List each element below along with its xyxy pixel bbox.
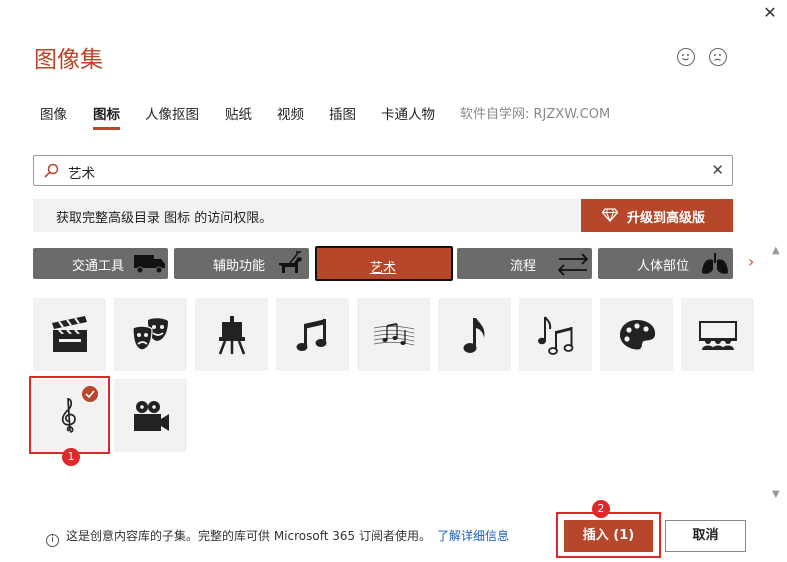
tab-illustrations[interactable]: 插图 <box>329 103 356 123</box>
smile-icon[interactable] <box>677 48 695 66</box>
annotation-badge-1: 1 <box>62 448 80 466</box>
info-icon: i <box>46 534 59 547</box>
lungs-icon <box>702 253 728 274</box>
truck-icon <box>134 255 165 274</box>
frown-icon[interactable] <box>709 48 727 66</box>
tab-videos[interactable]: 视频 <box>277 103 304 123</box>
scrollbar[interactable]: ▲ ▼ <box>770 245 784 500</box>
premium-banner: 获取完整高级目录 图标 的访问权限。 升级到高级版 <box>33 199 733 232</box>
tab-stickers[interactable]: 贴纸 <box>225 103 252 123</box>
music-notes-icon <box>538 316 574 355</box>
upgrade-label: 升级到高级版 <box>627 211 706 226</box>
search-icon <box>44 163 59 178</box>
search-box[interactable]: 艺术 ✕ <box>33 155 733 186</box>
icon-tile[interactable] <box>195 298 268 371</box>
category-strip: 交通工具 辅助功能 艺术 流程 人体部位 › <box>33 246 754 281</box>
icon-tile[interactable] <box>33 298 106 371</box>
scroll-down-icon[interactable]: ▼ <box>772 489 780 500</box>
categories-next-button[interactable]: › <box>748 252 754 271</box>
theater-masks-icon <box>132 318 168 351</box>
guide-dog-icon <box>279 251 302 273</box>
sheet-music-icon <box>373 323 415 346</box>
eighth-note-icon <box>463 318 485 353</box>
icon-tile[interactable] <box>276 298 349 371</box>
image-collection-dialog: ✕ 图像集 图像 图标 人像抠图 贴纸 视频 插图 卡通人物 软件自学网: RJ… <box>0 0 787 562</box>
category-art[interactable]: 艺术 <box>315 246 453 281</box>
clapperboard-icon <box>52 316 87 352</box>
category-process[interactable]: 流程 <box>457 248 592 279</box>
icon-tile[interactable] <box>357 298 430 371</box>
arrows-exchange-icon <box>557 253 589 276</box>
category-transport[interactable]: 交通工具 <box>33 248 168 279</box>
icon-tile[interactable] <box>519 298 592 371</box>
tab-images[interactable]: 图像 <box>40 103 67 123</box>
icon-grid <box>33 298 763 458</box>
category-body-parts[interactable]: 人体部位 <box>598 248 733 279</box>
icon-tile[interactable] <box>681 298 754 371</box>
banner-text: 获取完整高级目录 图标 的访问权限。 <box>56 211 273 226</box>
icon-tile[interactable] <box>438 298 511 371</box>
icon-tile[interactable] <box>114 379 187 452</box>
tab-cartoon-people[interactable]: 卡通人物 <box>381 103 435 123</box>
close-button[interactable]: ✕ <box>759 2 781 24</box>
search-input[interactable]: 艺术 <box>68 162 95 182</box>
palette-icon <box>620 320 656 350</box>
dialog-title: 图像集 <box>34 47 103 73</box>
tab-icons[interactable]: 图标 <box>93 103 120 130</box>
cancel-button[interactable]: 取消 <box>665 520 746 552</box>
watermark-text: 软件自学网: RJZXW.COM <box>460 107 611 122</box>
scroll-up-icon[interactable]: ▲ <box>772 245 780 256</box>
movie-camera-icon <box>134 401 169 431</box>
footer-info-text: 这是创意内容库的子集。完整的库可供 Microsoft 365 订阅者使用。 <box>66 529 431 543</box>
upgrade-button[interactable]: 升级到高级版 <box>581 199 733 232</box>
cinema-audience-icon <box>699 321 737 350</box>
category-accessibility[interactable]: 辅助功能 <box>174 248 309 279</box>
icon-tile[interactable] <box>114 298 187 371</box>
easel-icon <box>218 316 246 355</box>
icon-tile[interactable] <box>600 298 673 371</box>
annotation-badge-2: 2 <box>592 500 610 518</box>
beamed-notes-icon <box>296 319 327 351</box>
annotation-box-1 <box>29 376 110 454</box>
diamond-icon <box>602 208 618 222</box>
learn-more-link[interactable]: 了解详细信息 <box>437 529 509 543</box>
tab-cutout-people[interactable]: 人像抠图 <box>145 103 199 123</box>
clear-search-icon[interactable]: ✕ <box>711 161 724 179</box>
insert-button[interactable]: 插入 (1) <box>564 520 653 552</box>
footer-info: i 这是创意内容库的子集。完整的库可供 Microsoft 365 订阅者使用。了… <box>46 527 509 547</box>
